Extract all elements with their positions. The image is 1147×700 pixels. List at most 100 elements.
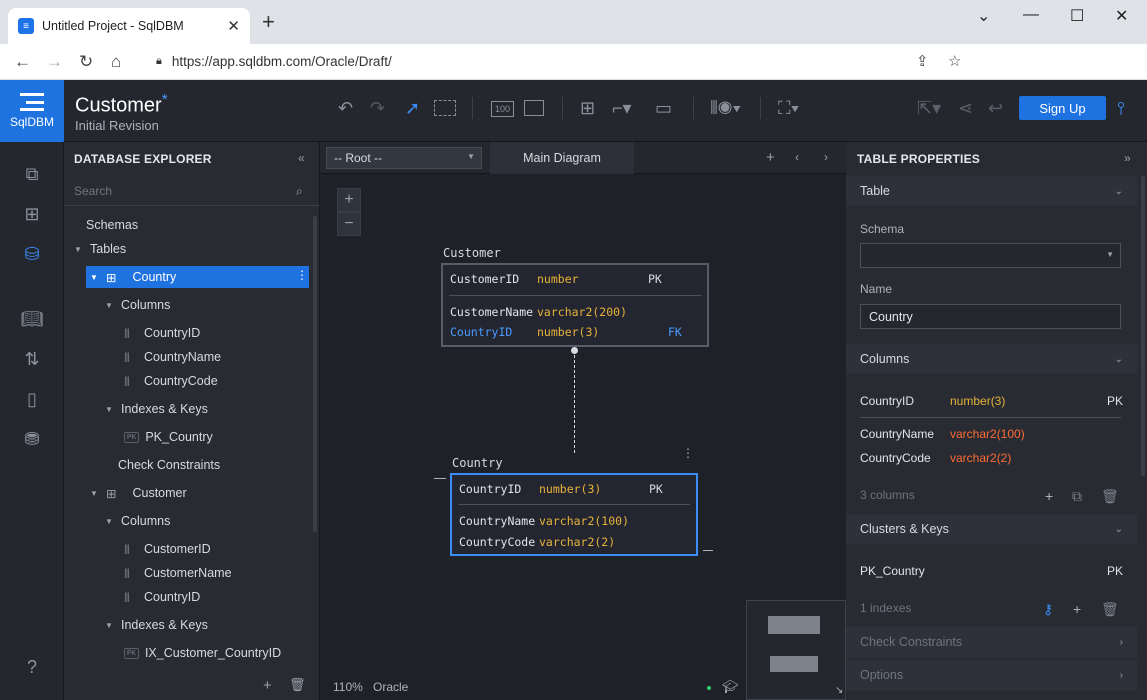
tree-table-country[interactable]: ▼ ⊞ Country (90, 266, 176, 288)
home-icon[interactable]: ⌂ (111, 52, 121, 72)
close-window-icon[interactable]: ✕ (1115, 6, 1128, 26)
tab-search-icon[interactable]: ⌄ (977, 6, 990, 26)
delete-icon[interactable]: 🗑︎ (1101, 488, 1119, 505)
tree-column[interactable]: ||| CountryID (124, 322, 200, 344)
tree-key[interactable]: PK PK_Country (124, 426, 213, 448)
customer-table-entity[interactable]: CustomerID number PK CustomerName varcha… (441, 263, 709, 347)
tree-indexes[interactable]: ▼ Indexes & Keys (105, 398, 208, 420)
connector-handle-right[interactable] (703, 550, 713, 551)
add-diagram-icon[interactable]: + (766, 149, 775, 166)
share-project-icon[interactable]: ⋖ (958, 98, 973, 119)
tree-schemas[interactable]: Schemas (86, 214, 138, 236)
prop-column-name[interactable]: CountryID (860, 394, 914, 408)
minimize-icon[interactable]: — (1023, 6, 1039, 24)
forward-icon[interactable]: → (46, 52, 63, 72)
table-more-icon[interactable]: ⋮ (682, 446, 694, 460)
project-title[interactable]: Customer* (75, 91, 168, 118)
new-tab-button[interactable]: + (262, 11, 275, 33)
next-diagram-icon[interactable]: › (824, 150, 828, 164)
database-icon[interactable]: ⛁ (20, 242, 44, 266)
copy-icon[interactable]: ⧉ (1072, 488, 1082, 505)
add-key-icon[interactable]: + (1073, 601, 1081, 617)
tree-column[interactable]: ||| CustomerName (124, 562, 232, 584)
table-name-input[interactable] (860, 304, 1121, 329)
tree-column[interactable]: ||| CustomerID (124, 538, 211, 560)
properties-scrollbar[interactable] (1141, 176, 1145, 476)
maximize-icon[interactable]: ☐ (1070, 6, 1084, 26)
marquee-select-icon[interactable] (434, 100, 456, 116)
relationship-line[interactable] (574, 355, 575, 453)
prop-column-name[interactable]: CountryCode (860, 451, 931, 465)
app-logo[interactable]: SqlDBM (0, 80, 64, 142)
compare-icon[interactable]: ⇅ (20, 347, 44, 371)
minimap-resize-icon[interactable]: ↘ (835, 685, 843, 696)
add-column-icon[interactable]: + (1045, 488, 1053, 504)
connector-handle-left[interactable] (434, 478, 446, 479)
tree-table-customer[interactable]: ▼ ⊞ Customer (90, 482, 187, 504)
tree-tables[interactable]: ▼ Tables (74, 238, 126, 260)
collapse-properties-icon[interactable]: » (1124, 151, 1131, 165)
database-export-icon[interactable]: ⛃ (20, 427, 44, 451)
undo-icon[interactable]: ↶ (338, 98, 353, 119)
tree-columns[interactable]: ▼ Columns (105, 294, 170, 316)
explorer-search-input[interactable] (64, 176, 320, 206)
zoom-out-button[interactable]: − (337, 212, 361, 236)
browser-tab[interactable]: ≡ Untitled Project - SqlDBM ✕ (8, 8, 250, 44)
zoom-in-button[interactable]: + (337, 188, 361, 212)
redo-icon[interactable]: ↷ (370, 98, 385, 119)
view-mode-icon[interactable]: ⦀◉▾ (710, 98, 741, 119)
bookmark-star-icon[interactable]: ☆ (948, 52, 961, 70)
fullscreen-icon[interactable]: ⛶▾ (778, 98, 799, 119)
reload-icon[interactable]: ↻ (79, 52, 93, 72)
diagram-tree-icon[interactable]: ⧉ (20, 162, 44, 186)
url-field[interactable]: 🔒︎ https://app.sqldbm.com/Oracle/Draft/ (144, 48, 974, 75)
settings-sliders-icon[interactable]: ⫯ (1117, 98, 1125, 119)
sign-up-button[interactable]: Sign Up (1019, 96, 1106, 120)
add-table-icon[interactable]: ⊞ (580, 98, 595, 119)
prev-diagram-icon[interactable]: ‹ (795, 150, 799, 164)
prop-column-type[interactable]: number(3) (950, 394, 1005, 408)
key-icon[interactable]: ⚷ (1043, 601, 1053, 618)
tree-column[interactable]: ||| CountryName (124, 346, 221, 368)
close-tab-icon[interactable]: ✕ (227, 17, 240, 35)
trash-icon[interactable]: 🗑︎ (289, 677, 306, 693)
export-icon[interactable]: ⇱▾ (917, 98, 941, 119)
schema-select[interactable]: ▼ (860, 243, 1121, 268)
documentation-book-icon[interactable]: 📖︎ (20, 307, 44, 331)
tree-columns[interactable]: ▼ Columns (105, 510, 170, 532)
minimap[interactable]: ↘ (746, 600, 846, 700)
share-icon[interactable]: ⇪ (916, 52, 929, 70)
delete-key-icon[interactable]: 🗑︎ (1101, 601, 1119, 618)
key-name[interactable]: PK_Country (860, 564, 925, 578)
back-icon[interactable]: ← (14, 52, 31, 72)
help-icon[interactable]: ? (20, 655, 44, 679)
prop-column-name[interactable]: CountryName (860, 427, 934, 441)
prop-column-type[interactable]: varchar2(2) (950, 451, 1011, 465)
tree-indexes[interactable]: ▼ Indexes & Keys (105, 614, 208, 636)
section-check-constraints[interactable]: Check Constraints › (846, 627, 1137, 657)
section-options[interactable]: Options › (846, 660, 1137, 690)
tables-grid-icon[interactable]: ⊞ (20, 202, 44, 226)
note-icon[interactable]: ▭ (655, 98, 672, 119)
relationship-icon[interactable]: ⌐▾ (612, 98, 632, 119)
tree-column[interactable]: ||| CountryID (124, 586, 200, 608)
notebook-icon[interactable]: ▯ (20, 387, 44, 411)
section-table[interactable]: Table ⌄ (846, 176, 1137, 206)
schema-root-select[interactable]: -- Root -- ▼ (326, 147, 482, 169)
relationship-endpoint[interactable] (571, 347, 578, 354)
section-columns[interactable]: Columns ⌄ (846, 344, 1137, 374)
country-table-entity[interactable]: CountryID number(3) PK CountryName varch… (450, 473, 698, 556)
tree-key[interactable]: FK IX_Customer_CountryID (124, 642, 281, 664)
fit-view-icon[interactable] (524, 100, 544, 116)
section-clusters-keys[interactable]: Clusters & Keys ⌄ (846, 514, 1137, 544)
prop-column-type[interactable]: varchar2(100) (950, 427, 1025, 441)
collapse-explorer-icon[interactable]: « (298, 151, 305, 165)
explorer-scrollbar[interactable] (313, 216, 317, 532)
more-options-icon[interactable]: ⋮ (296, 268, 308, 282)
select-pointer-icon[interactable]: ➚ (405, 98, 420, 119)
tab-main-diagram[interactable]: Main Diagram (490, 142, 634, 174)
add-icon[interactable]: + (263, 677, 272, 694)
tree-column[interactable]: ||| CountryCode (124, 370, 218, 392)
tree-check-constraints[interactable]: Check Constraints (118, 454, 220, 476)
learning-cap-icon[interactable]: 🎓︎ (722, 679, 739, 695)
